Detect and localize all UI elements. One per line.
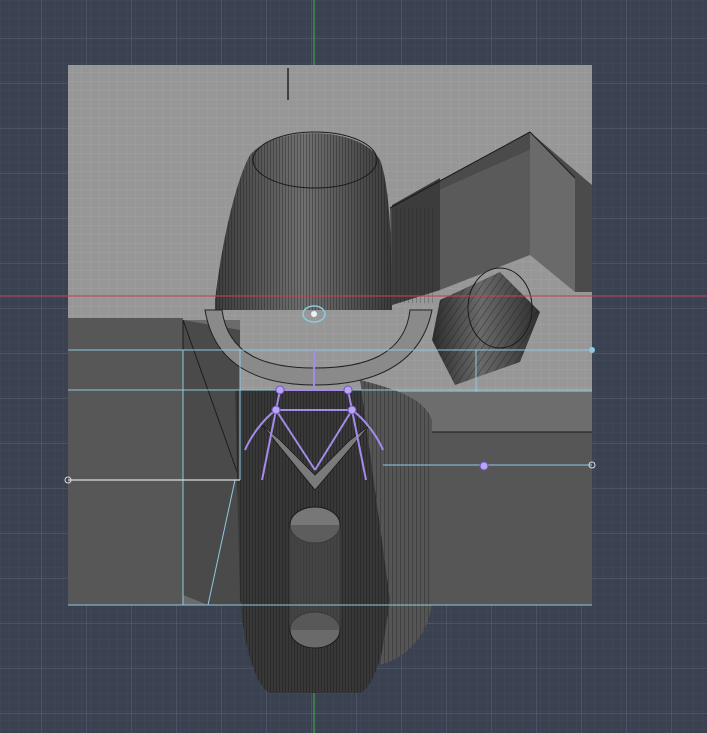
guide-point-right-top[interactable] — [589, 347, 595, 353]
main-cylinder-body[interactable] — [235, 380, 432, 693]
lower-left-block[interactable] — [68, 318, 241, 605]
viewport-canvas[interactable] — [0, 0, 707, 733]
3d-viewport[interactable] — [0, 0, 707, 733]
